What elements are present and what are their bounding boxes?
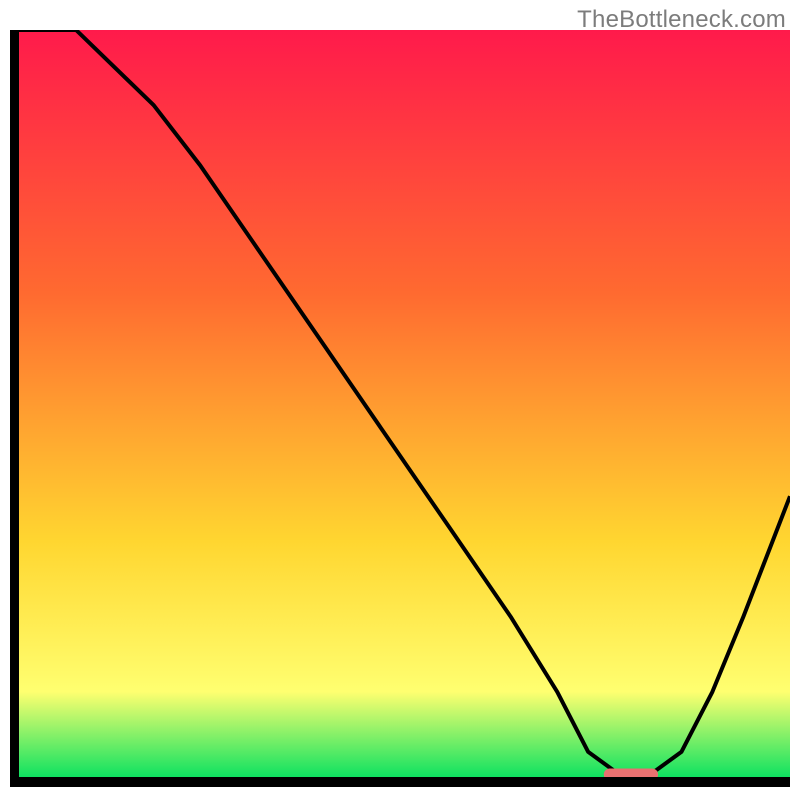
plot-background xyxy=(14,30,790,782)
bottleneck-chart xyxy=(10,30,790,790)
